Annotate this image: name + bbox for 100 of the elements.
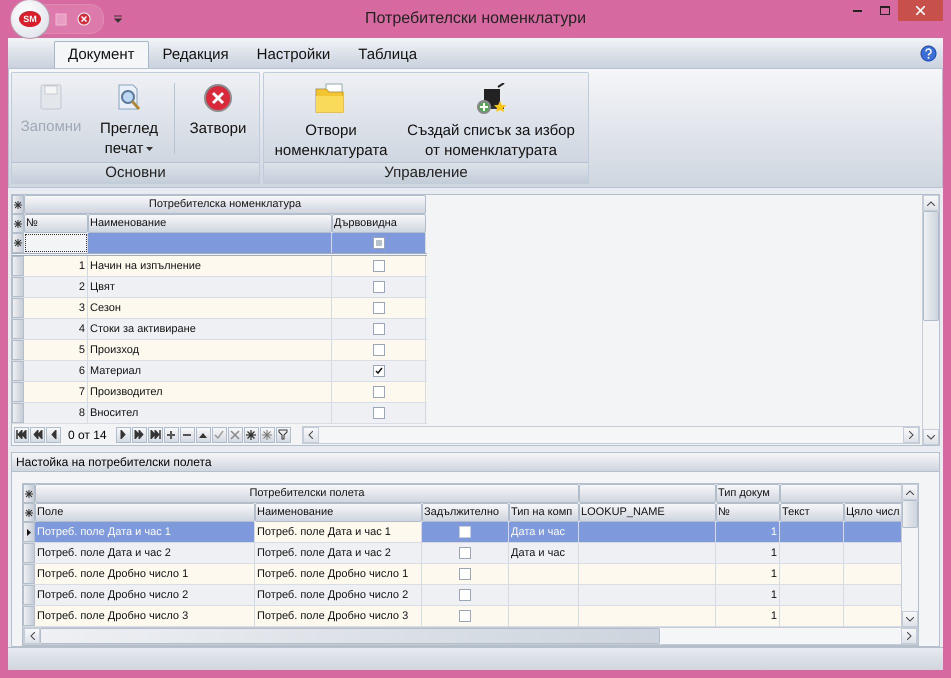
row-indicator[interactable] xyxy=(12,233,24,253)
checkbox[interactable] xyxy=(372,281,384,293)
field-cell: Потреб. поле Дробно число 2 xyxy=(35,585,255,605)
right-chevron-icon xyxy=(908,430,914,438)
first-record-button[interactable] xyxy=(14,426,29,442)
field-cell: Потреб. поле Дробно число 1 xyxy=(35,564,255,584)
plus-icon xyxy=(166,430,176,440)
scroll-down-button[interactable] xyxy=(923,429,939,445)
column-header[interactable]: LOOKUP_NAME xyxy=(579,503,716,522)
checkbox[interactable] xyxy=(372,407,384,419)
checkbox[interactable] xyxy=(372,365,384,377)
scroll-left-button[interactable] xyxy=(24,628,40,644)
column-header[interactable]: Дървовидна xyxy=(332,214,426,233)
group-label: Управление xyxy=(264,162,588,183)
ribbon-tab[interactable]: Настройки xyxy=(242,41,344,68)
name-cell: Потреб. поле Дробно число 3 xyxy=(255,606,422,626)
next-record-button[interactable] xyxy=(116,426,131,442)
funnel-icon xyxy=(278,429,288,440)
checkbox[interactable] xyxy=(459,589,471,601)
ribbon-tab[interactable]: Документ xyxy=(54,41,149,68)
previous-record-button[interactable] xyxy=(46,426,61,442)
customize-dropdown-icon[interactable] xyxy=(114,15,122,23)
scroll-up-button[interactable] xyxy=(923,195,939,211)
close-button[interactable] xyxy=(898,0,943,21)
help-icon[interactable] xyxy=(920,45,937,62)
new-row-cell[interactable] xyxy=(88,233,332,253)
asterisk-icon xyxy=(14,239,22,247)
app-menu-button[interactable]: SM xyxy=(10,0,50,39)
name-cell: Вносител xyxy=(88,403,332,423)
group-label: Основни xyxy=(12,162,259,183)
name-cell: Потреб. поле Дата и час 2 xyxy=(255,543,422,563)
horizontal-scrollbar[interactable] xyxy=(302,426,920,444)
horizontal-scrollbar[interactable] xyxy=(23,627,918,645)
bookmark-button[interactable] xyxy=(260,426,275,442)
checkbox[interactable] xyxy=(372,386,384,398)
last-arrow-icon xyxy=(150,430,161,439)
down-chevron-icon xyxy=(906,616,914,622)
last-record-button[interactable] xyxy=(148,426,163,442)
ribbon-tab[interactable]: Редакция xyxy=(148,41,243,68)
row-indicator[interactable] xyxy=(23,522,35,542)
number-cell: 1 xyxy=(716,585,780,605)
column-header[interactable]: Текст xyxy=(780,503,844,522)
vertical-scrollbar[interactable] xyxy=(922,195,939,445)
record-position: 0 от 14 xyxy=(67,428,108,442)
previous-page-button[interactable] xyxy=(30,426,45,442)
refresh-button[interactable] xyxy=(244,426,259,442)
checkbox[interactable] xyxy=(459,547,471,559)
right-triangle-icon xyxy=(120,430,126,439)
filter-button[interactable] xyxy=(276,426,291,442)
minimize-icon xyxy=(853,9,862,12)
scroll-thumb[interactable] xyxy=(40,628,660,644)
checkbox[interactable] xyxy=(459,526,471,538)
column-header[interactable]: Задължително xyxy=(422,503,509,522)
column-header[interactable]: № xyxy=(716,503,780,522)
double-left-arrow-icon xyxy=(32,430,42,439)
scroll-left-button[interactable] xyxy=(302,426,319,442)
minus-icon xyxy=(182,432,192,436)
column-header[interactable]: Цяло числ xyxy=(844,503,901,522)
save-icon[interactable] xyxy=(55,12,67,26)
number-cell: 1 xyxy=(716,522,780,542)
scroll-down-button[interactable] xyxy=(902,611,918,627)
double-right-arrow-icon xyxy=(134,430,144,439)
type-cell: Дата и час xyxy=(509,543,579,563)
checkbox[interactable] xyxy=(372,302,384,314)
checkbox[interactable] xyxy=(372,344,384,356)
scroll-right-button[interactable] xyxy=(903,426,919,442)
number-cell: 1 xyxy=(716,564,780,584)
asterisk-icon xyxy=(262,430,272,440)
edit-button[interactable] xyxy=(196,426,211,442)
scroll-thumb[interactable] xyxy=(923,211,939,321)
insert-button[interactable] xyxy=(164,426,179,442)
column-header[interactable]: Поле xyxy=(35,503,255,522)
scroll-up-button[interactable] xyxy=(902,484,918,500)
column-header[interactable]: Тип на комп xyxy=(509,503,579,522)
column-header[interactable]: № xyxy=(24,214,88,233)
field-cell: Потреб. поле Дробно число 3 xyxy=(35,606,255,626)
ribbon-button[interactable]: Преглед печат xyxy=(90,75,168,162)
next-page-button[interactable] xyxy=(132,426,147,442)
checkbox[interactable] xyxy=(459,610,471,622)
number-cell: 1 xyxy=(716,543,780,563)
column-header[interactable]: Наименование xyxy=(88,214,332,233)
ribbon-button[interactable]: Затвори xyxy=(181,75,255,162)
checkbox[interactable] xyxy=(459,568,471,580)
new-row-cell[interactable] xyxy=(332,233,426,253)
checkbox[interactable] xyxy=(372,260,384,272)
left-chevron-icon xyxy=(30,632,34,640)
close-circle-icon[interactable] xyxy=(77,12,91,26)
cross-icon xyxy=(230,430,240,440)
delete-button[interactable] xyxy=(180,426,195,442)
vertical-scrollbar[interactable] xyxy=(901,484,918,627)
checkbox[interactable] xyxy=(372,323,384,335)
ribbon-tab[interactable]: Таблица xyxy=(344,41,432,68)
ribbon-button[interactable]: Създай списък за избор от номенклатурата xyxy=(398,75,584,162)
ribbon-button[interactable]: Отвори номенклатурата xyxy=(268,75,394,162)
band-header: Потребителска номенклатура xyxy=(24,195,426,214)
scroll-thumb[interactable] xyxy=(902,500,918,528)
scroll-right-button[interactable] xyxy=(901,628,917,644)
column-header[interactable]: Наименование xyxy=(255,503,422,522)
checkbox[interactable] xyxy=(372,237,384,249)
close-circle-icon xyxy=(203,83,233,113)
